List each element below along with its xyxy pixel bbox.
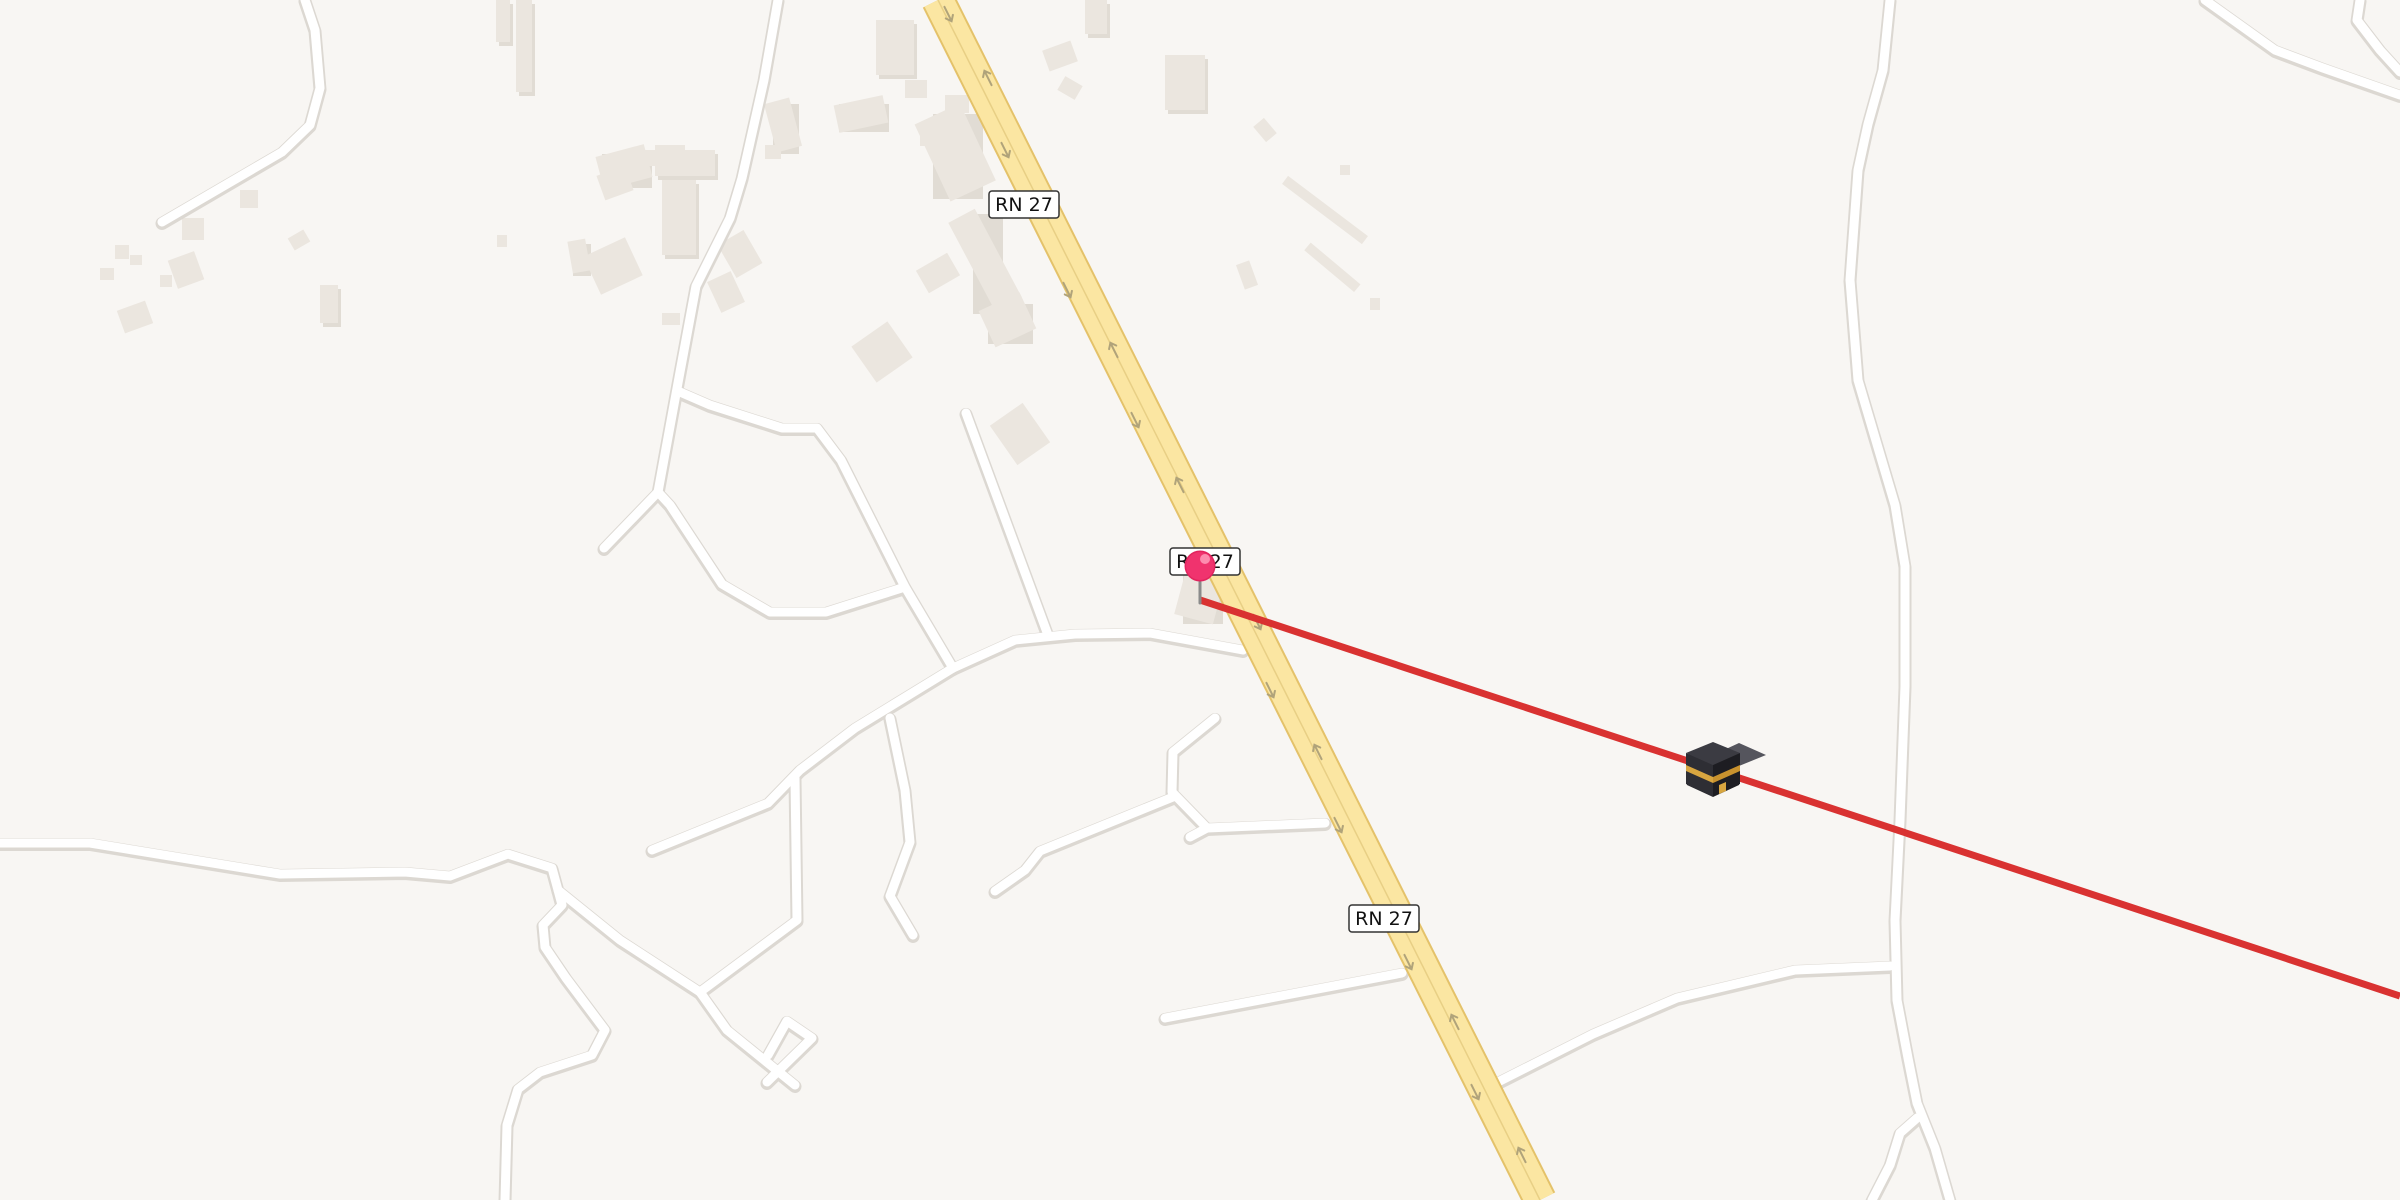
highway-shield-label: RN 27	[995, 194, 1053, 216]
highway-shield-label: RN 27	[1355, 908, 1413, 930]
highway-shield: RN 27	[988, 190, 1060, 219]
map-canvas[interactable]: RN 27 RN 27 RN 27	[0, 0, 2400, 1200]
highway-shield: RN 27	[1348, 904, 1420, 933]
